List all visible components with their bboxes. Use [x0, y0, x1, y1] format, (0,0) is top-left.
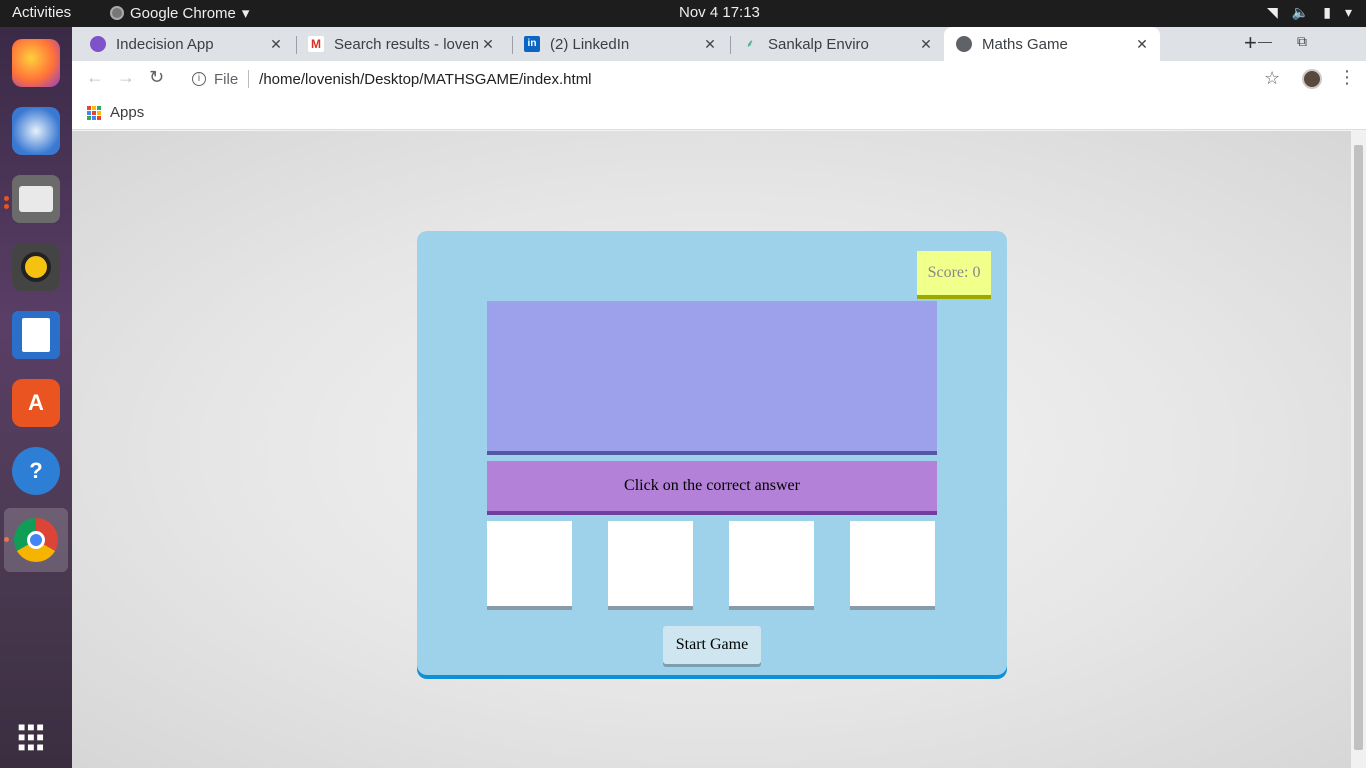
instruction-box: Click on the correct answer — [487, 461, 937, 511]
bookmark-star-icon[interactable]: ☆ — [1264, 68, 1280, 89]
question-box — [487, 301, 937, 451]
purple-circle-icon — [90, 36, 106, 52]
chevron-down-icon: ▾ — [241, 5, 250, 22]
gmail-icon: M — [308, 36, 324, 52]
close-tab-icon[interactable]: ✕ — [700, 36, 720, 53]
thunderbird-icon[interactable] — [12, 107, 60, 155]
answer-choice-4[interactable] — [850, 521, 935, 606]
software-center-icon[interactable]: A — [12, 379, 60, 427]
address-bar[interactable]: i File /home/lovenish/Desktop/MATHSGAME/… — [182, 64, 1302, 94]
profile-avatar[interactable] — [1302, 69, 1322, 89]
app-menu-label: Google Chrome — [130, 4, 236, 22]
minimize-icon[interactable]: — — [1258, 33, 1272, 49]
score-box: Score: 0 — [917, 251, 991, 295]
tab-title: (2) LinkedIn — [550, 35, 630, 53]
answer-choice-3[interactable] — [729, 521, 814, 606]
apps-grid-icon — [87, 106, 101, 120]
chrome-icon — [110, 6, 124, 20]
linkedin-icon: in — [524, 36, 540, 52]
game-container: Score: 0 Click on the correct answer Sta… — [417, 231, 1007, 675]
system-tray[interactable]: ◥ 🔈 ▮ ▾ — [1267, 4, 1352, 21]
tab-title: Search results - lovenis — [334, 35, 478, 53]
show-applications-icon[interactable]: ■■■ ■■■ ■■■ — [18, 713, 54, 761]
running-indicator — [4, 196, 9, 201]
tab-maths-game[interactable]: Maths Game ✕ — [944, 27, 1160, 61]
vertical-scrollbar[interactable] — [1351, 131, 1366, 768]
close-tab-icon[interactable]: ✕ — [916, 36, 936, 53]
tab-search-results[interactable]: M Search results - lovenis ✕ — [290, 27, 506, 61]
tab-title: Indecision App — [116, 35, 214, 53]
files-icon[interactable] — [12, 175, 60, 223]
apps-bookmark[interactable]: Apps — [110, 104, 144, 121]
wifi-icon: ◥ — [1267, 4, 1278, 20]
forward-icon[interactable]: → — [117, 67, 135, 88]
tab-title: Sankalp Enviro — [768, 35, 869, 53]
browser-toolbar: ← → ↻ i File /home/lovenish/Desktop/MATH… — [72, 61, 1366, 97]
tab-strip: Indecision App ✕ M Search results - love… — [72, 27, 1366, 61]
scheme-label: File — [214, 70, 239, 88]
globe-icon — [956, 36, 972, 52]
page-viewport: Score: 0 Click on the correct answer Sta… — [72, 131, 1366, 768]
chrome-dock-icon[interactable] — [4, 508, 68, 572]
restore-icon[interactable]: ⧉ — [1297, 33, 1307, 50]
more-menu-icon[interactable]: ⋮ — [1338, 67, 1356, 88]
firefox-icon[interactable] — [12, 39, 60, 87]
answer-choice-2[interactable] — [608, 521, 693, 606]
power-menu-icon: ▾ — [1344, 4, 1352, 20]
back-icon[interactable]: ← — [86, 67, 104, 88]
writer-icon[interactable] — [12, 311, 60, 359]
activities-button[interactable]: Activities — [12, 4, 71, 21]
volume-icon: 🔈 — [1291, 4, 1310, 20]
clock[interactable]: Nov 4 17:13 — [679, 4, 760, 21]
help-icon[interactable]: ? — [12, 447, 60, 495]
tab-linkedin[interactable]: in (2) LinkedIn ✕ — [506, 27, 728, 61]
url-text[interactable]: /home/lovenish/Desktop/MATHSGAME/index.h… — [259, 71, 591, 88]
info-icon[interactable]: i — [192, 72, 206, 86]
reload-icon[interactable]: ↻ — [149, 67, 164, 88]
close-tab-icon[interactable]: ✕ — [1132, 36, 1152, 53]
start-game-button[interactable]: Start Game — [663, 626, 761, 664]
running-indicator — [4, 204, 9, 209]
leaf-icon: ⸙ — [745, 38, 755, 50]
battery-icon: ▮ — [1323, 4, 1331, 20]
new-tab-button[interactable]: + — [1244, 30, 1257, 56]
tab-indecision-app[interactable]: Indecision App ✕ — [72, 27, 294, 61]
tab-sankalp-enviro[interactable]: ⸙ Sankalp Enviro ✕ — [724, 27, 944, 61]
close-tab-icon[interactable]: ✕ — [266, 36, 286, 53]
close-tab-icon[interactable]: ✕ — [478, 36, 498, 53]
system-top-bar: Activities Google Chrome ▾ Nov 4 17:13 ◥… — [0, 0, 1366, 27]
scrollbar-thumb[interactable] — [1354, 145, 1363, 750]
app-menu[interactable]: Google Chrome ▾ — [110, 4, 249, 22]
dock: A ? ■■■ ■■■ ■■■ — [0, 27, 72, 768]
bookmarks-bar: Apps — [72, 97, 1366, 130]
tab-title: Maths Game — [982, 35, 1068, 53]
answer-choice-1[interactable] — [487, 521, 572, 606]
rhythmbox-icon[interactable] — [12, 243, 60, 291]
